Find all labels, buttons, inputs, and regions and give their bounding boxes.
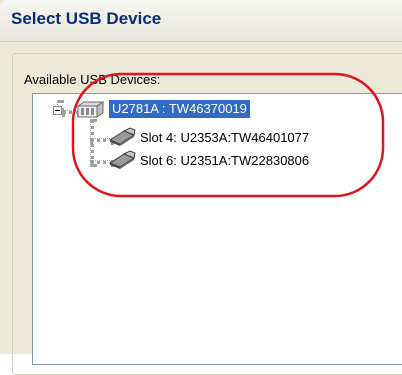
- title-bar[interactable]: Select USB Device: [0, 0, 402, 42]
- tree-child-node[interactable]: Slot 4: U2353A:TW46401077: [140, 129, 309, 147]
- tree-root-node[interactable]: U2781A : TW46370019: [109, 100, 250, 118]
- tree-child-node[interactable]: Slot 6: U2351A:TW22830806: [140, 152, 309, 170]
- chassis-icon: [74, 100, 105, 123]
- usb-module-icon: [108, 150, 136, 175]
- window-title: Select USB Device: [11, 9, 162, 28]
- available-devices-label: Available USB Devices:: [24, 72, 163, 87]
- collapse-toggle-icon[interactable]: [53, 106, 62, 115]
- usb-module-icon: [108, 127, 136, 152]
- select-usb-device-dialog: Select USB Device Available USB Devices:…: [0, 0, 402, 375]
